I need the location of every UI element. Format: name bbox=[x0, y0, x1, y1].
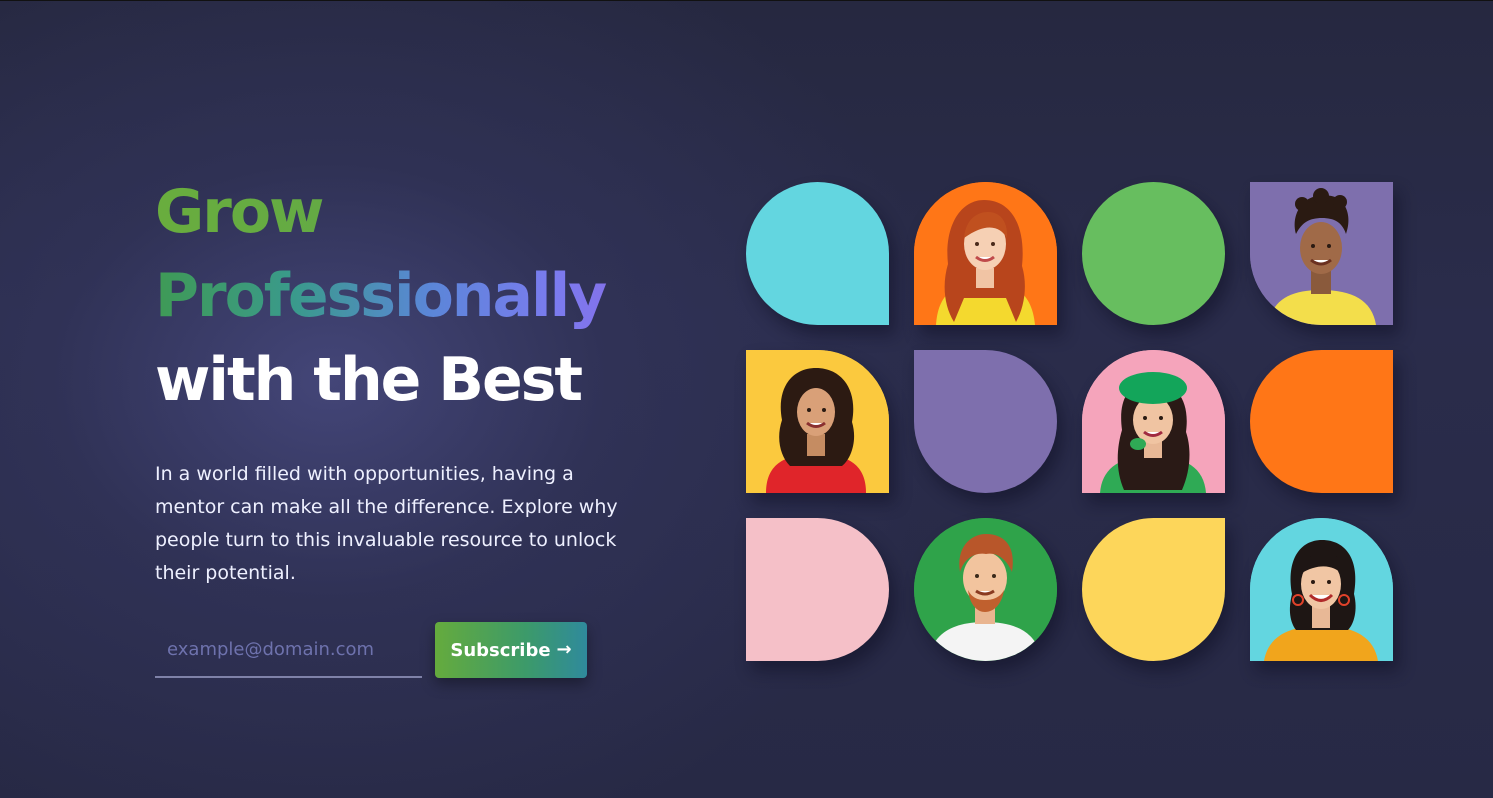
subscribe-button-label: Subscribe bbox=[450, 639, 551, 661]
tile-photo-curly-haired-woman bbox=[746, 350, 889, 493]
tile-orange bbox=[1250, 350, 1393, 493]
portrait-curly-haired-man bbox=[1250, 182, 1393, 325]
tile-yellow bbox=[1082, 518, 1225, 661]
tile-green bbox=[1082, 182, 1225, 325]
portrait-woman-green-beret bbox=[1082, 350, 1225, 493]
portrait-curly-haired-woman bbox=[746, 350, 889, 493]
email-input[interactable] bbox=[155, 622, 422, 678]
headline-line-with-the-best: with the Best bbox=[155, 345, 583, 415]
hero-description: In a world filled with opportunities, ha… bbox=[155, 463, 618, 584]
tile-photo-red-haired-man bbox=[914, 518, 1057, 661]
tile-cyan bbox=[746, 182, 889, 325]
tile-pink bbox=[746, 518, 889, 661]
subscribe-button[interactable]: Subscribe → bbox=[435, 622, 587, 678]
hero-section: Grow Professionally with the Best In a w… bbox=[155, 170, 655, 590]
headline-line-professionally: Professionally bbox=[155, 254, 655, 338]
top-border bbox=[0, 0, 1493, 1]
tile-photo-curly-haired-man bbox=[1250, 182, 1393, 325]
subscribe-form: Subscribe → bbox=[155, 622, 595, 680]
hero-headline: Grow Professionally with the Best bbox=[155, 170, 655, 422]
arrow-right-icon: → bbox=[556, 639, 572, 660]
portrait-red-haired-woman bbox=[914, 182, 1057, 325]
tile-photo-smiling-woman bbox=[1250, 518, 1393, 661]
headline-line-grow: Grow bbox=[155, 170, 655, 254]
mentor-tile-grid bbox=[746, 182, 1393, 661]
tile-photo-woman-green-beret bbox=[1082, 350, 1225, 493]
tile-purple bbox=[914, 350, 1057, 493]
portrait-red-haired-man bbox=[914, 518, 1057, 661]
tile-photo-red-haired-woman bbox=[914, 182, 1057, 325]
portrait-smiling-woman bbox=[1250, 518, 1393, 661]
